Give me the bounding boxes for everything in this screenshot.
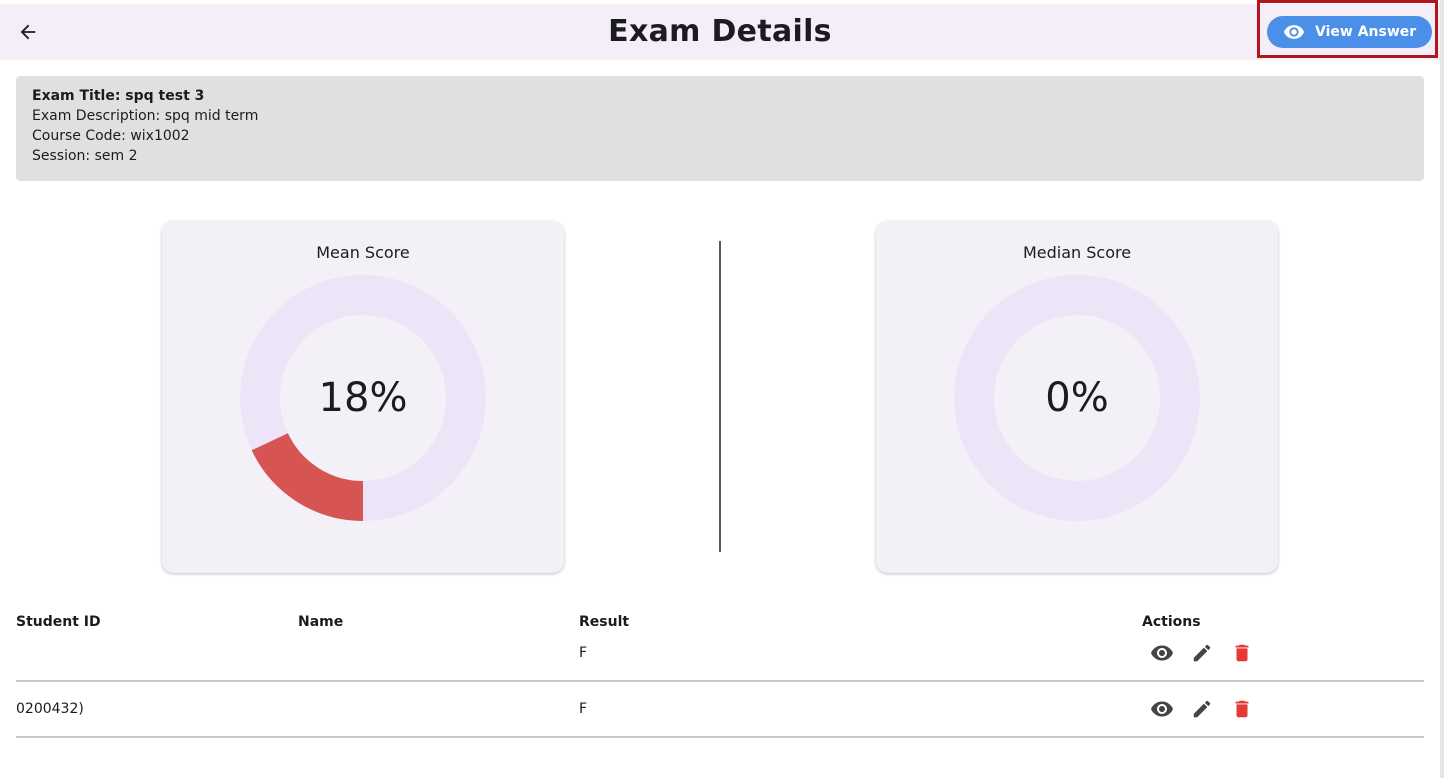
row-divider — [16, 680, 1424, 682]
view-answer-button[interactable]: View Answer — [1267, 16, 1432, 48]
view-icon[interactable] — [1150, 697, 1174, 721]
column-header-student-id: Student ID — [16, 614, 101, 630]
session: Session: sem 2 — [32, 148, 138, 164]
exam-description: Exam Description: spq mid term — [32, 108, 259, 124]
median-score-label: Median Score — [1022, 243, 1132, 262]
mean-score-card: Mean Score 18% — [162, 221, 564, 573]
student-id-cell: 0200432) — [16, 701, 84, 717]
median-score-value: 0% — [1045, 375, 1109, 421]
column-header-name: Name — [298, 614, 344, 630]
app-bar: Exam Details — [0, 4, 1440, 60]
view-answer-label: View Answer — [1315, 24, 1417, 40]
column-header-result: Result — [579, 614, 630, 630]
delete-icon[interactable] — [1230, 641, 1254, 665]
result-cell: F — [579, 645, 588, 661]
eye-icon — [1283, 21, 1305, 43]
page-title: Exam Details — [608, 14, 832, 49]
edit-icon[interactable] — [1190, 697, 1214, 721]
exam-info-panel: Exam Title: spq test 3 Exam Description:… — [16, 76, 1424, 181]
mean-score-value: 18% — [318, 375, 408, 421]
scrollbar[interactable] — [1440, 0, 1444, 778]
delete-icon[interactable] — [1230, 697, 1254, 721]
edit-icon[interactable] — [1190, 641, 1214, 665]
view-icon[interactable] — [1150, 641, 1174, 665]
row-divider — [16, 736, 1424, 738]
mean-score-label: Mean Score — [316, 243, 410, 262]
column-header-actions: Actions — [1142, 614, 1201, 630]
exam-title: Exam Title: spq test 3 — [32, 88, 205, 104]
median-score-card: Median Score 0% — [876, 221, 1278, 573]
vertical-divider — [719, 241, 721, 552]
course-code: Course Code: wix1002 — [32, 128, 190, 144]
result-cell: F — [579, 701, 588, 717]
